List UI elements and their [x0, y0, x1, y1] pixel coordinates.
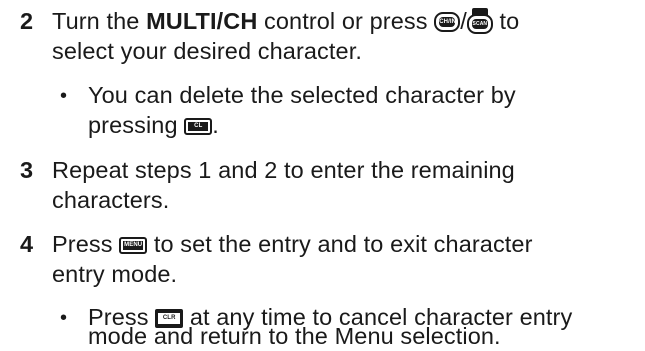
step-2-line-1: Turn the MULTI/CH control or press CH/IN…	[52, 7, 519, 35]
step-number: 2	[20, 8, 34, 34]
step-3-line-1: Repeat steps 1 and 2 to enter the remain…	[52, 157, 515, 183]
step-4-note-line-2: mode and return to the Menu selection.	[88, 323, 501, 349]
manual-page: 2 Turn the MULTI/CH control or press CH/…	[0, 0, 645, 351]
step-2-text-a: Turn the	[52, 8, 147, 34]
bullet-marker: •	[60, 85, 68, 107]
step-3-line-2: characters.	[52, 187, 170, 213]
bullet-marker: •	[60, 307, 68, 329]
step-number: 3	[20, 157, 34, 183]
step-4-line-1: Press MENU to set the entry and to exit …	[52, 231, 533, 257]
cl-key-icon: CL	[184, 118, 213, 135]
step-2-note-line-1: You can delete the selected character by	[88, 82, 516, 108]
step-2-line-2: select your desired character.	[52, 38, 362, 64]
scan-key-icon: SCAN	[466, 8, 493, 34]
step-number: 4	[20, 231, 34, 257]
step-4-line-2: entry mode.	[52, 261, 178, 287]
step-2-text-b: control or press	[257, 8, 435, 34]
step-2-note-line-2: pressing CL.	[88, 112, 219, 138]
multi-ch-control-label: MULTI/CH	[146, 8, 258, 34]
ch-in-key-icon: CH/IN	[434, 12, 461, 32]
menu-key-icon: MENU	[119, 237, 148, 254]
step-2-separator: /	[460, 8, 467, 34]
step-2-text-c: to	[492, 8, 520, 34]
